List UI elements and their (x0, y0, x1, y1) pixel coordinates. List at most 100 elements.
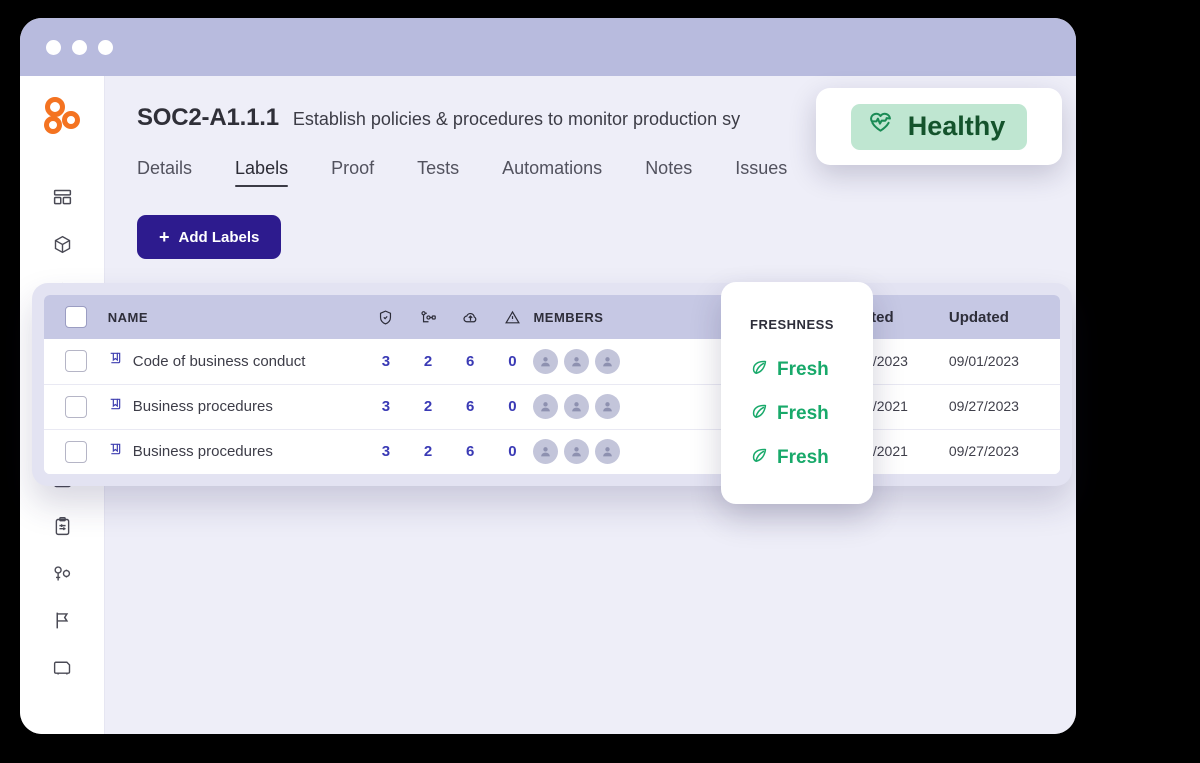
row-hierarchy-count: 2 (423, 398, 433, 415)
header-name[interactable]: NAME (108, 295, 365, 339)
labels-table: NAME MEMBERS Updated Code of business co… (44, 295, 1060, 474)
row-cloud-cell: 6 (449, 339, 492, 385)
row-warning-cell: 0 (491, 429, 534, 474)
warning-triangle-icon (491, 309, 533, 326)
freshness-row[interactable]: Fresh (750, 392, 873, 436)
row-cloud-cell: 6 (449, 384, 492, 430)
header-shield[interactable] (365, 295, 407, 339)
sidebar-item-inbox[interactable] (47, 654, 77, 680)
hierarchy-icon (407, 309, 449, 326)
screenshot-stage: SOC2-A1.1.1 Establish policies & procedu… (0, 0, 1200, 763)
row-hierarchy-cell: 2 (406, 384, 450, 430)
row-members-cell (533, 429, 676, 474)
row-name: Business procedures (132, 443, 273, 461)
row-hierarchy-cell: 2 (406, 429, 450, 474)
table-row[interactable]: Business procedures 3 2 6 0 09/27/2023 (44, 384, 1060, 430)
header-hierarchy[interactable] (407, 295, 449, 339)
freshness-row[interactable]: Fresh (750, 436, 873, 480)
avatar[interactable] (533, 439, 559, 465)
header-members[interactable]: MEMBERS (533, 295, 675, 339)
row-warning-cell: 0 (491, 339, 534, 385)
freshness-label: Fresh (777, 359, 829, 380)
row-warning-count: 0 (508, 398, 517, 415)
row-cloud-count: 6 (466, 443, 475, 461)
row-name: Business procedures (132, 398, 273, 415)
bookmark-flag-icon (108, 397, 124, 417)
row-shield-cell: 3 (364, 429, 407, 474)
tab-labels[interactable]: Labels (235, 158, 289, 187)
freshness-title: FRESHNESS (750, 317, 834, 332)
heart-pulse-icon (867, 110, 894, 144)
row-checkbox-cell (44, 339, 108, 385)
clipboard-settings-icon (52, 516, 73, 537)
add-labels-label: Add Labels (178, 228, 260, 246)
tab-details[interactable]: Details (137, 158, 192, 187)
avatar[interactable] (533, 394, 559, 419)
sidebar-item-key-settings[interactable] (47, 560, 77, 586)
close-dot[interactable] (46, 39, 61, 55)
row-warning-count: 0 (508, 352, 517, 370)
table-row[interactable]: Business procedures 3 2 6 0 09/27/2023 (44, 429, 1060, 474)
bookmark-flag-icon (108, 351, 124, 371)
healthy-label: Healthy (907, 111, 1006, 141)
row-shield-cell: 3 (364, 384, 407, 430)
minimize-dot[interactable] (72, 39, 87, 55)
sidebar-item-flag[interactable] (47, 607, 77, 633)
three-rings-logo[interactable] (39, 94, 85, 140)
avatar[interactable] (595, 439, 621, 465)
row-checkbox[interactable] (64, 440, 87, 463)
avatar[interactable] (564, 439, 590, 465)
header-cloud[interactable] (449, 295, 491, 339)
control-subject: Establish policies & procedures to monit… (292, 109, 741, 129)
tab-proof[interactable]: Proof (331, 158, 374, 187)
sidebar-item-dashboard[interactable] (47, 184, 77, 210)
row-checkbox[interactable] (64, 350, 87, 373)
row-warning-count: 0 (508, 443, 517, 461)
row-members-cell (533, 384, 676, 430)
maximize-dot[interactable] (98, 39, 113, 55)
sidebar-item-package[interactable] (47, 231, 77, 257)
leaf-icon (750, 402, 769, 427)
tab-notes[interactable]: Notes (645, 158, 692, 187)
freshness-row[interactable]: Fresh (750, 348, 873, 392)
tab-automations[interactable]: Automations (502, 158, 602, 187)
row-members-cell (533, 339, 676, 385)
row-updated-cell: 09/01/2023 (948, 339, 1060, 385)
dashboard-icon (52, 187, 73, 208)
row-hierarchy-count: 2 (423, 443, 433, 461)
table-head: NAME MEMBERS Updated (44, 295, 1060, 339)
select-all-checkbox[interactable] (64, 306, 87, 328)
table-header-row: NAME MEMBERS Updated (44, 295, 1060, 339)
cloud-upload-icon (449, 309, 491, 326)
avatar[interactable] (564, 348, 590, 374)
row-updated-cell: 09/27/2023 (948, 429, 1060, 474)
freshness-label: Fresh (777, 447, 829, 468)
row-shield-cell: 3 (364, 339, 407, 385)
avatar[interactable] (595, 394, 621, 419)
flag-icon (52, 610, 73, 631)
freshness-popover: FRESHNESS Fresh Fresh Fresh (721, 282, 873, 504)
row-updated: 09/01/2023 (948, 352, 1019, 369)
header-warning[interactable] (491, 295, 533, 339)
header-updated[interactable]: Updated (949, 295, 1060, 339)
add-labels-button[interactable]: + Add Labels (137, 215, 282, 259)
avatar[interactable] (533, 348, 559, 374)
control-code: SOC2-A1.1.1 (137, 104, 279, 131)
avatar[interactable] (595, 348, 621, 374)
tab-tests[interactable]: Tests (417, 158, 459, 187)
healthy-status-card: Healthy (816, 88, 1062, 165)
window-titlebar (20, 18, 1076, 76)
row-checkbox[interactable] (64, 395, 87, 418)
row-updated: 09/27/2023 (948, 443, 1019, 460)
tab-issues[interactable]: Issues (735, 158, 787, 187)
status-badge[interactable]: Healthy (850, 103, 1028, 150)
row-cloud-count: 6 (466, 398, 475, 415)
shield-icon (365, 309, 407, 326)
row-shield-count: 3 (381, 443, 391, 461)
sidebar-item-clipboard[interactable] (47, 513, 77, 539)
package-icon (52, 234, 73, 255)
avatar[interactable] (564, 394, 590, 419)
table-row[interactable]: Code of business conduct 3 2 6 0 09/01/2… (44, 339, 1060, 385)
row-hierarchy-count: 2 (423, 352, 433, 370)
row-checkbox-cell (44, 429, 108, 474)
